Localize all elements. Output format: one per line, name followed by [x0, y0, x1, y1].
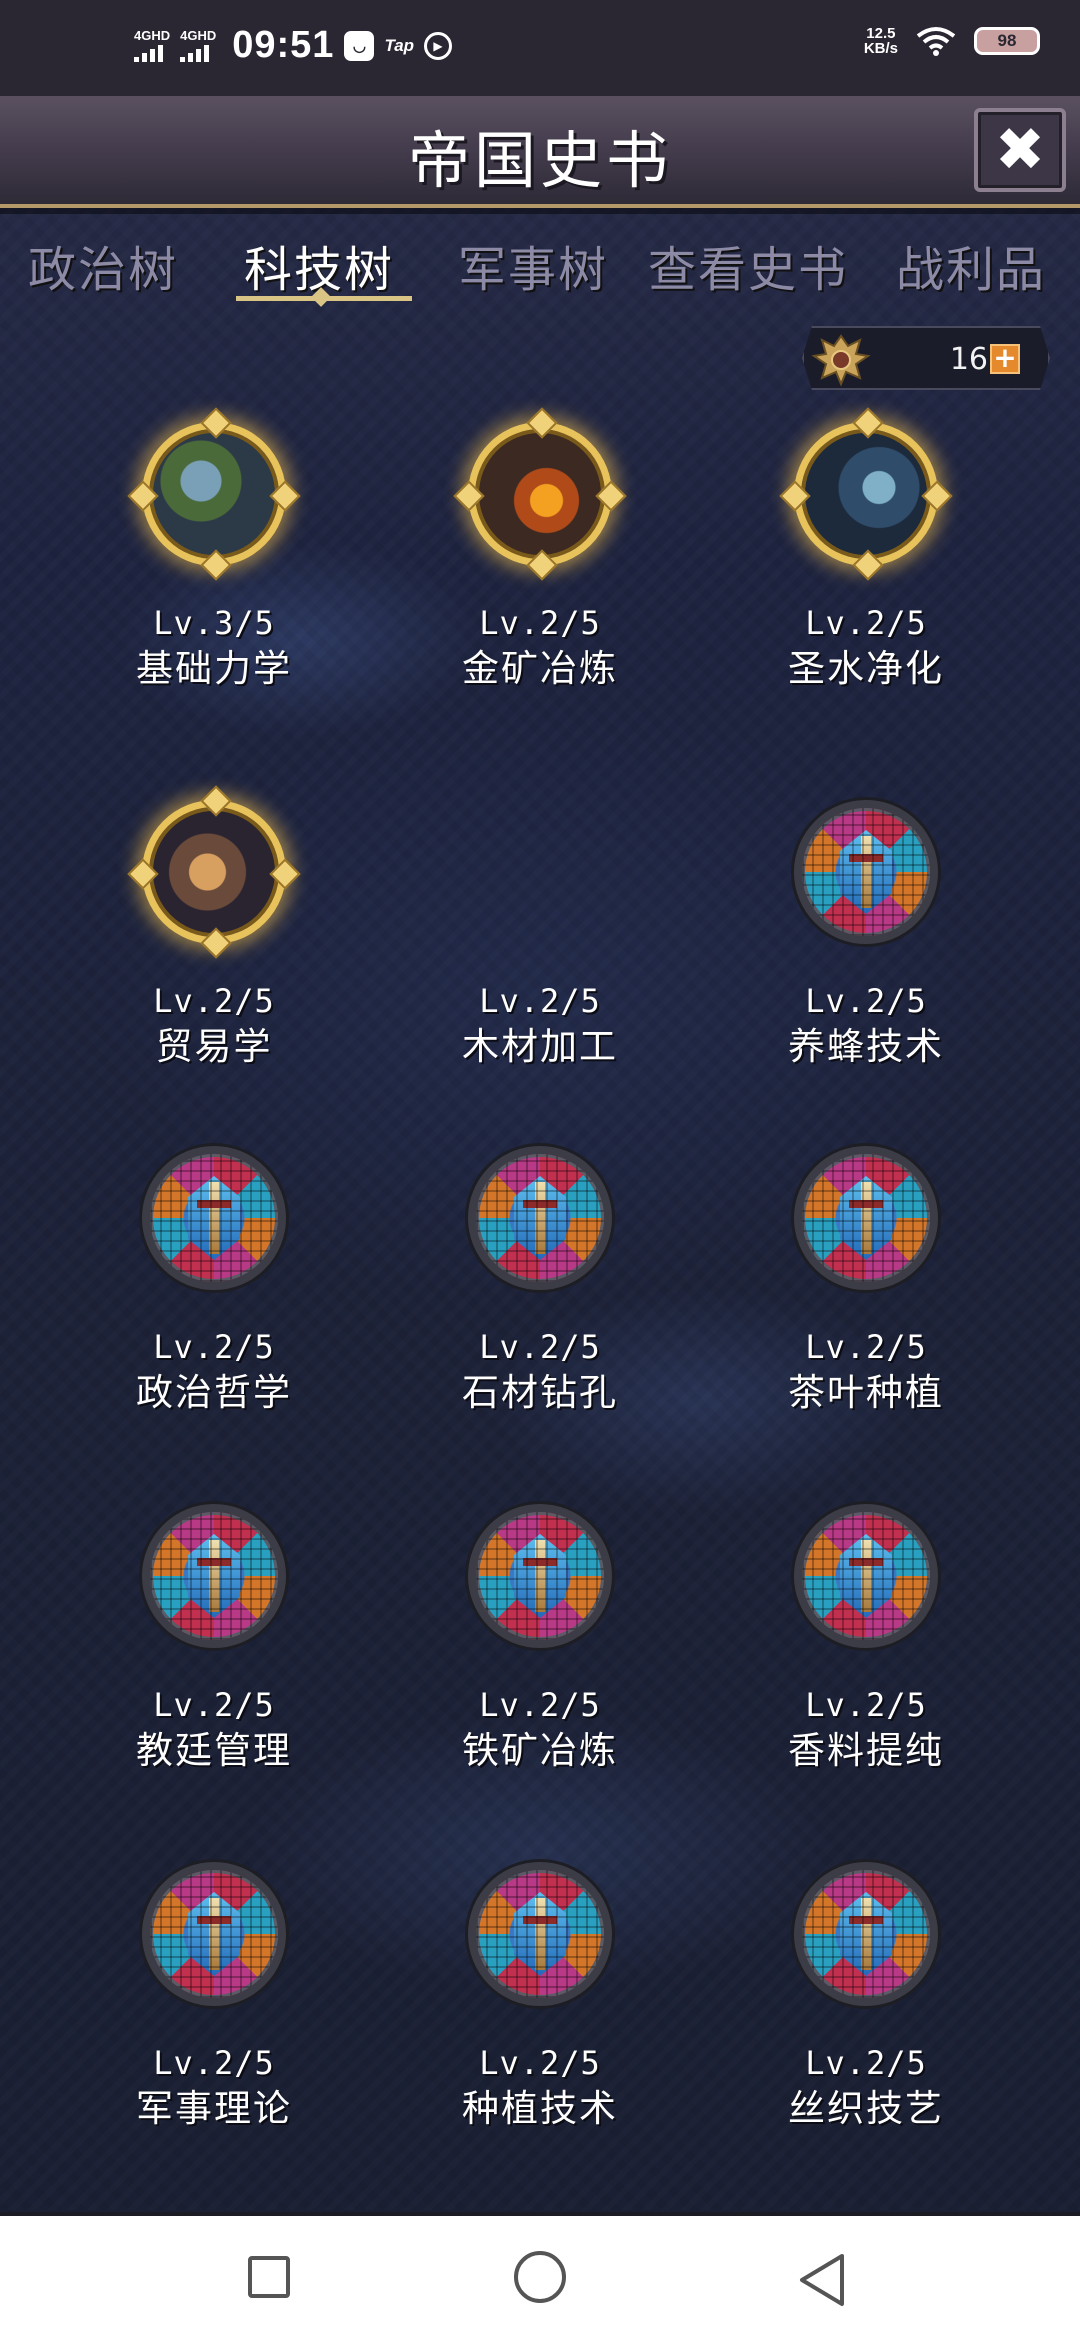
- tech-name: 基础力学: [136, 647, 292, 690]
- close-icon: ✖: [994, 115, 1046, 185]
- tech-node-church-administration[interactable]: Lv.2/5 教廷管理: [94, 1504, 334, 1804]
- tech-level: Lv.2/5: [805, 1686, 927, 1724]
- signal-1: 4GHD: [134, 29, 170, 62]
- tech-name: 教廷管理: [136, 1729, 292, 1772]
- signal-bars-icon: [134, 42, 163, 62]
- tech-node-beekeeping[interactable]: Lv.2/5 养蜂技术: [746, 800, 986, 1100]
- tech-name: 石材钻孔: [462, 1371, 618, 1414]
- stained-glass-sword-icon: [142, 1862, 286, 2006]
- page-title: 帝国史书: [407, 124, 672, 197]
- tech-name: 茶叶种植: [788, 1371, 944, 1414]
- eagle-emblem-icon: [811, 334, 871, 387]
- close-button[interactable]: ✖: [974, 108, 1066, 192]
- tech-name: 丝织技艺: [788, 2087, 944, 2130]
- tech-name: 铁矿冶炼: [462, 1729, 618, 1772]
- tech-level: Lv.2/5: [153, 1686, 275, 1724]
- tap-app-icon: Tap: [384, 35, 415, 55]
- tech-node-iron-smelting[interactable]: Lv.2/5 铁矿冶炼: [420, 1504, 660, 1804]
- tech-node-wood-processing[interactable]: Lv.2/5 木材加工: [420, 800, 660, 1100]
- points-amount: 16: [949, 342, 988, 377]
- plus-icon: +: [993, 341, 1017, 374]
- tech-level: Lv.2/5: [805, 2044, 927, 2082]
- battery-indicator: 98: [974, 27, 1040, 55]
- tech-points-counter: 16 +: [802, 326, 1050, 390]
- tab-bar: 政治树 科技树 军事树 查看史书 战利品: [0, 222, 1080, 312]
- tech-level: Lv.2/5: [479, 1328, 601, 1366]
- signal-bars-icon: [180, 42, 210, 62]
- market-art-icon: [127, 785, 301, 959]
- tech-node-basic-mechanics[interactable]: Lv.3/5 基础力学: [94, 407, 334, 722]
- recents-button[interactable]: [248, 2256, 290, 2298]
- tech-level: Lv.2/5: [479, 1686, 601, 1724]
- tab-military-tree[interactable]: 军事树: [458, 230, 608, 300]
- stained-glass-sword-icon: [468, 1504, 612, 1648]
- tech-node-tea-planting[interactable]: Lv.2/5 茶叶种植: [746, 1146, 986, 1446]
- tech-node-silk-weaving[interactable]: Lv.2/5 丝织技艺: [746, 1862, 986, 2162]
- statue-art-icon: [127, 407, 301, 581]
- stained-glass-sword-icon: [468, 1146, 612, 1290]
- tech-level: Lv.2/5: [153, 982, 275, 1020]
- stained-glass-sword-icon: [794, 1862, 938, 2006]
- title-bar: 帝国史书 ✖: [0, 96, 1080, 214]
- tech-node-planting-tech[interactable]: Lv.2/5 种植技术: [420, 1862, 660, 2162]
- tech-node-holy-water[interactable]: Lv.2/5 圣水净化: [746, 407, 986, 722]
- stained-glass-sword-icon: [794, 800, 938, 944]
- tech-level: Lv.2/5: [479, 604, 601, 642]
- tech-node-spice-refining[interactable]: Lv.2/5 香料提纯: [746, 1504, 986, 1804]
- stained-glass-sword-icon: [468, 1862, 612, 2006]
- stained-glass-sword-icon: [794, 1146, 938, 1290]
- clock: 09:51: [232, 24, 335, 66]
- tech-level: Lv.2/5: [805, 604, 927, 642]
- stained-glass-sword-icon: [794, 1504, 938, 1648]
- tech-node-political-philosophy[interactable]: Lv.2/5 政治哲学: [94, 1146, 334, 1446]
- system-nav-bar: [0, 2212, 1080, 2344]
- tech-name: 圣水净化: [788, 647, 944, 690]
- tech-name: 军事理论: [136, 2087, 292, 2130]
- tech-name: 养蜂技术: [788, 1025, 944, 1068]
- signal-2: 4GHD: [180, 29, 216, 62]
- tech-node-trade[interactable]: Lv.2/5 贸易学: [94, 785, 334, 1100]
- tech-level: Lv.2/5: [153, 1328, 275, 1366]
- tech-node-gold-smelting[interactable]: Lv.2/5 金矿冶炼: [420, 407, 660, 722]
- message-app-icon: ◡: [344, 30, 375, 61]
- tech-level: Lv.2/5: [805, 982, 927, 1020]
- stained-glass-sword-icon: [142, 1504, 286, 1648]
- play-circle-icon: ▶: [424, 31, 453, 60]
- tech-name: 木材加工: [462, 1025, 618, 1068]
- add-points-button[interactable]: +: [990, 344, 1020, 374]
- forge-art-icon: [453, 407, 627, 581]
- tab-loot[interactable]: 战利品: [896, 230, 1046, 300]
- stained-glass-sword-icon: [142, 1146, 286, 1290]
- tech-name: 香料提纯: [788, 1729, 944, 1772]
- tech-name: 贸易学: [155, 1025, 273, 1068]
- tech-level: Lv.2/5: [479, 982, 601, 1020]
- tech-node-stone-drilling[interactable]: Lv.2/5 石材钻孔: [420, 1146, 660, 1446]
- tech-level: Lv.3/5: [153, 604, 275, 642]
- tech-level: Lv.2/5: [805, 1328, 927, 1366]
- tab-politics-tree[interactable]: 政治树: [28, 230, 178, 300]
- tech-name: 政治哲学: [136, 1371, 292, 1414]
- back-button[interactable]: [796, 2252, 848, 2308]
- tech-level: Lv.2/5: [479, 2044, 601, 2082]
- network-speed: 12.5 KB/s: [863, 25, 898, 57]
- tab-view-history[interactable]: 查看史书: [648, 230, 848, 300]
- tech-name: 金矿冶炼: [462, 647, 618, 690]
- status-bar: 4GHD 4GHD 09:51 ◡ Tap ▶ 12.5 KB/s 98: [0, 0, 1080, 96]
- tech-level: Lv.2/5: [153, 2044, 275, 2082]
- tech-node-military-theory[interactable]: Lv.2/5 军事理论: [94, 1862, 334, 2162]
- shrine-art-icon: [779, 407, 953, 581]
- wifi-icon: [916, 27, 956, 56]
- home-button[interactable]: [514, 2251, 566, 2303]
- tech-name: 种植技术: [462, 2087, 618, 2130]
